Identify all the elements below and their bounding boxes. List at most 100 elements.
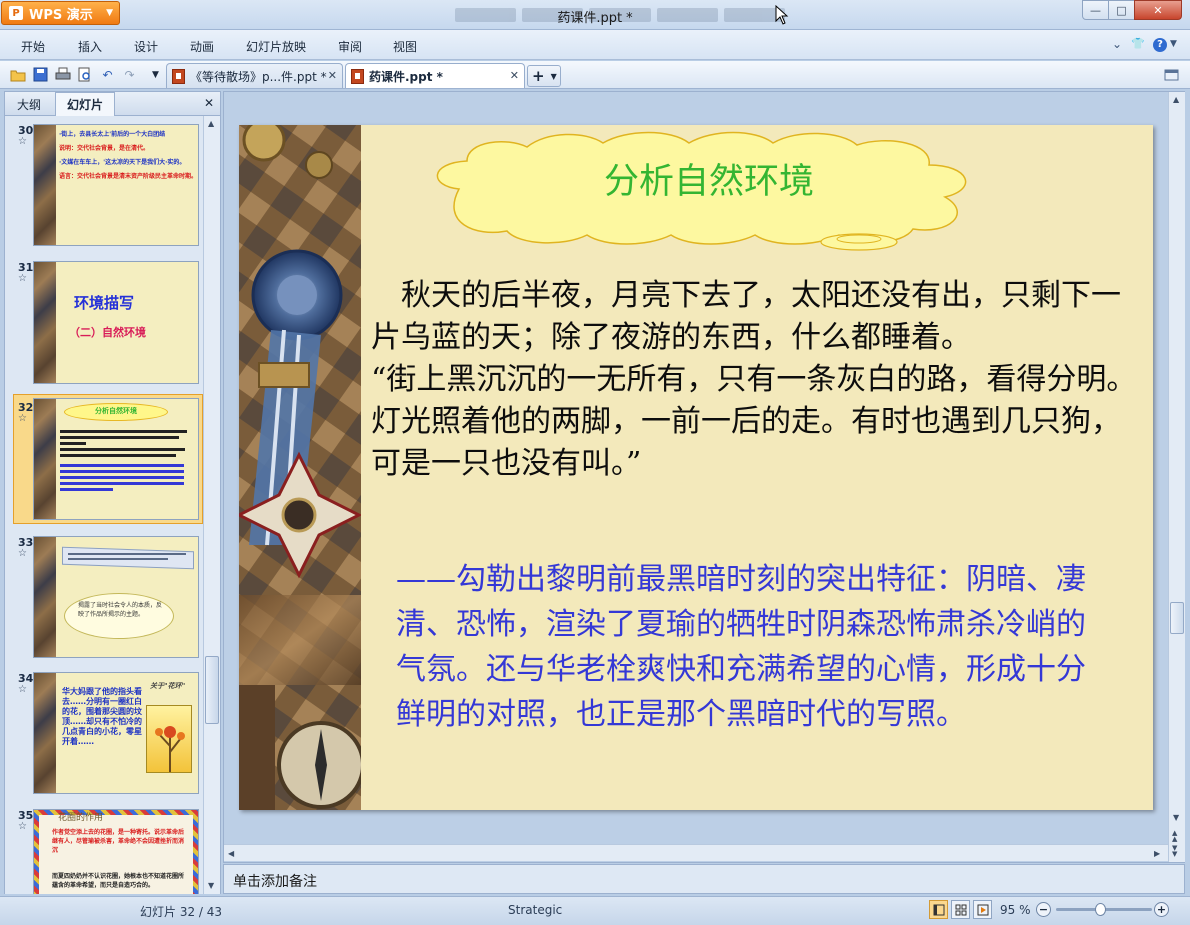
thumbnail-text: 语言：交代社会背景是清末资产阶级民主革命时期。 — [59, 173, 198, 180]
zoom-out-button[interactable]: − — [1036, 902, 1051, 917]
editor-horizontal-scrollbar[interactable]: ◀ ▶ — [224, 844, 1168, 861]
thumbnail-title: 分析自然环境 — [95, 407, 137, 415]
zoom-level: 95 % — [1000, 903, 1031, 917]
menu-view[interactable]: 视图 — [393, 38, 417, 55]
notes-pane[interactable]: 单击添加备注 — [223, 864, 1185, 894]
tab-outline[interactable]: 大纲 — [7, 92, 51, 116]
menu-design[interactable]: 设计 — [134, 38, 158, 55]
scroll-left-icon[interactable]: ◀ — [228, 849, 234, 858]
thumbnail-title: 环境描写 — [74, 294, 135, 312]
quick-access-toolbar: ↶ ↷ ▼ 《等待散场》p...件.ppt * ✕ 药课件.ppt * ✕ + ▼ — [0, 61, 1190, 89]
scroll-up-icon[interactable]: ▲ — [1173, 95, 1179, 104]
plus-icon: + — [532, 67, 545, 85]
tab-slides[interactable]: 幻灯片 — [55, 92, 115, 116]
thumbnail-text: 华大妈跟了他的指头看去……分明有一圈红白的花，围着那尖圆的坟顶……却只有不怕冷的… — [62, 687, 142, 746]
tab-document-2[interactable]: 药课件.ppt * ✕ — [345, 63, 525, 88]
minimize-button[interactable]: — — [1082, 0, 1109, 20]
slide-analysis-text: ——勾勒出黎明前最黑暗时刻的突出特征：阴暗、凄清、恐怖，渲染了夏瑜的牺牲时阴森恐… — [396, 562, 1086, 732]
slide-thumbnail-34[interactable]: 华大妈跟了他的指头看去……分明有一圈红白的花，围着那尖圆的坟顶……却只有不怕冷的… — [33, 672, 199, 794]
ribbon-collapse-icon[interactable]: ⌄ — [1112, 37, 1122, 51]
next-slide-icon[interactable]: ▼ ▼ — [1172, 845, 1177, 858]
slide-thumbnail-33[interactable]: 揭露了当时社会令人的本质，反映了作品所揭示的主题。 — [33, 536, 199, 658]
slide-thumbnail-31[interactable]: 环境描写 （二）自然环境 — [33, 261, 199, 384]
thumbnail-text: 说明：交代社会背景，是在清代。 — [59, 145, 150, 152]
print-preview-icon[interactable] — [76, 66, 93, 83]
notes-placeholder: 单击添加备注 — [233, 874, 317, 890]
thumbnail-text: 而夏四奶奶并不认识花圈，她根本也不知道花圈所蕴含的革命希望，而只是自造巧合的。 — [52, 873, 185, 889]
medal-photo-image — [239, 125, 361, 810]
thumbnail-subtitle: （二）自然环境 — [69, 326, 146, 339]
print-icon[interactable] — [54, 66, 71, 83]
slide-title: 分析自然环境 — [603, 162, 814, 202]
thumbnail-title: 花圈的作用 — [58, 813, 104, 823]
animation-star-icon: ☆ — [18, 548, 27, 559]
close-tab-icon[interactable]: ✕ — [510, 69, 519, 82]
slide-thumbnail-35[interactable]: 花圈的作用 作者觉空添上去的花圈，是一种寄托。说示革命后继有人，尽管瑜被杀害，革… — [33, 809, 199, 894]
help-chevron-icon[interactable]: ▼ — [1170, 39, 1177, 49]
tab-label: 药课件.ppt * — [369, 69, 443, 84]
slide-counter: 幻灯片 32 / 43 — [140, 905, 223, 919]
editor-vertical-scrollbar[interactable]: ▲ ▼ ▲ ▲ ▼ ▼ — [1168, 92, 1185, 862]
thumbnail-text: ·文媒在车车上，'这太凉的天下是我们大·实的。 — [59, 159, 186, 166]
previous-slide-icon[interactable]: ▲ ▲ — [1172, 830, 1177, 843]
thumbnail-list: 30 ☆ ·街上，去县长太上'前后的一个大白团结 说明：交代社会背景，是在清代。… — [5, 116, 203, 894]
slideshow-view-icon[interactable] — [973, 900, 992, 919]
slide-quote-text: 秋天的后半夜，月亮下去了，太阳还没有出，只剩下一片乌蓝的天；除了夜游的东西，什么… — [371, 278, 1137, 481]
window-layout-icon[interactable] — [1163, 66, 1180, 83]
menu-home[interactable]: 开始 — [21, 38, 45, 55]
close-tab-icon[interactable]: ✕ — [328, 69, 337, 82]
slide-editor: 分析自然环境 秋天的后半夜，月亮下去了，太阳还没有出，只剩下一片乌蓝的天；除了夜… — [223, 91, 1185, 863]
help-icon[interactable]: ? — [1153, 38, 1167, 52]
thumbnail-text: ·街上，去县长太上'前后的一个大白团结 — [59, 131, 166, 138]
scroll-up-icon[interactable]: ▲ — [208, 119, 214, 128]
thumbnail-tag: 关于"花环" — [150, 682, 186, 690]
chevron-down-icon: ▼ — [550, 71, 557, 81]
zoom-in-button[interactable]: + — [1154, 902, 1169, 917]
scrollbar-thumb[interactable] — [1170, 602, 1184, 634]
zoom-slider-handle[interactable] — [1095, 903, 1106, 916]
tab-document-1[interactable]: 《等待散场》p...件.ppt * ✕ — [166, 63, 343, 88]
undo-icon[interactable]: ↶ — [99, 66, 116, 83]
menu-bar: 开始 插入 设计 动画 幻灯片放映 审阅 视图 ⌄ 👕 ? ▼ — [0, 30, 1190, 60]
theme-name: Strategic — [508, 903, 563, 917]
animation-star-icon: ☆ — [18, 821, 27, 832]
title-cloud-shape: 分析自然环境 — [389, 131, 1029, 253]
menu-animation[interactable]: 动画 — [190, 38, 214, 55]
maximize-button[interactable]: □ — [1108, 0, 1135, 20]
document-title: 药课件.ppt * — [557, 11, 633, 26]
slide-thumbnail-32[interactable]: 分析自然环境 — [33, 398, 199, 520]
skin-icon[interactable]: 👕 — [1131, 37, 1145, 50]
redo-icon[interactable]: ↷ — [121, 66, 138, 83]
current-slide[interactable]: 分析自然环境 秋天的后半夜，月亮下去了，太阳还没有出，只剩下一片乌蓝的天；除了夜… — [239, 125, 1153, 810]
scroll-down-icon[interactable]: ▼ — [1173, 813, 1179, 822]
animation-star-icon: ☆ — [18, 136, 27, 147]
slide-thumbnail-30[interactable]: ·街上，去县长太上'前后的一个大白团结 说明：交代社会背景，是在清代。 ·文媒在… — [33, 124, 199, 246]
slide-sorter-view-icon[interactable] — [951, 900, 970, 919]
thumbnail-text: 作者觉空添上去的花圈，是一种寄托。说示革命后继有人，尽管瑜被杀害，革命绝不会因遭… — [52, 829, 185, 854]
tab-label: 《等待散场》p...件.ppt * — [190, 69, 327, 84]
thumbnail-text: 揭露了当时社会令人的本质，反映了作品所揭示的主题。 — [78, 602, 163, 618]
normal-view-icon[interactable] — [929, 900, 948, 919]
close-window-button[interactable]: ✕ — [1134, 0, 1182, 20]
menu-slideshow[interactable]: 幻灯片放映 — [246, 38, 306, 55]
new-tab-button[interactable]: + ▼ — [527, 65, 561, 87]
thumbnail-scrollbar[interactable]: ▲ ▼ — [203, 116, 220, 894]
ppt-file-icon — [351, 68, 364, 84]
animation-star-icon: ☆ — [18, 684, 27, 695]
close-panel-icon[interactable]: ✕ — [204, 96, 214, 110]
open-folder-icon[interactable] — [9, 66, 26, 83]
menu-insert[interactable]: 插入 — [78, 38, 102, 55]
panel-tabs: 大纲 幻灯片 ✕ — [5, 92, 220, 116]
animation-star-icon: ☆ — [18, 273, 27, 284]
scroll-right-icon[interactable]: ▶ — [1154, 849, 1160, 858]
slides-panel: 大纲 幻灯片 ✕ 30 ☆ ·街上，去县长太上'前后的一个大白团结 说明：交代社… — [4, 91, 221, 894]
title-bar: P WPS 演示 ▼ 药课件.ppt * — □ ✕ — [0, 0, 1190, 30]
status-bar: 幻灯片 32 / 43 Strategic 95 % − + — [0, 896, 1190, 925]
scroll-down-icon[interactable]: ▼ — [208, 881, 214, 890]
menu-review[interactable]: 审阅 — [338, 38, 362, 55]
scrollbar-thumb[interactable] — [205, 656, 219, 724]
ppt-file-icon — [172, 68, 185, 84]
save-icon[interactable] — [32, 66, 49, 83]
customize-toolbar-icon[interactable]: ▼ — [147, 66, 164, 83]
flower-illustration — [146, 705, 192, 773]
